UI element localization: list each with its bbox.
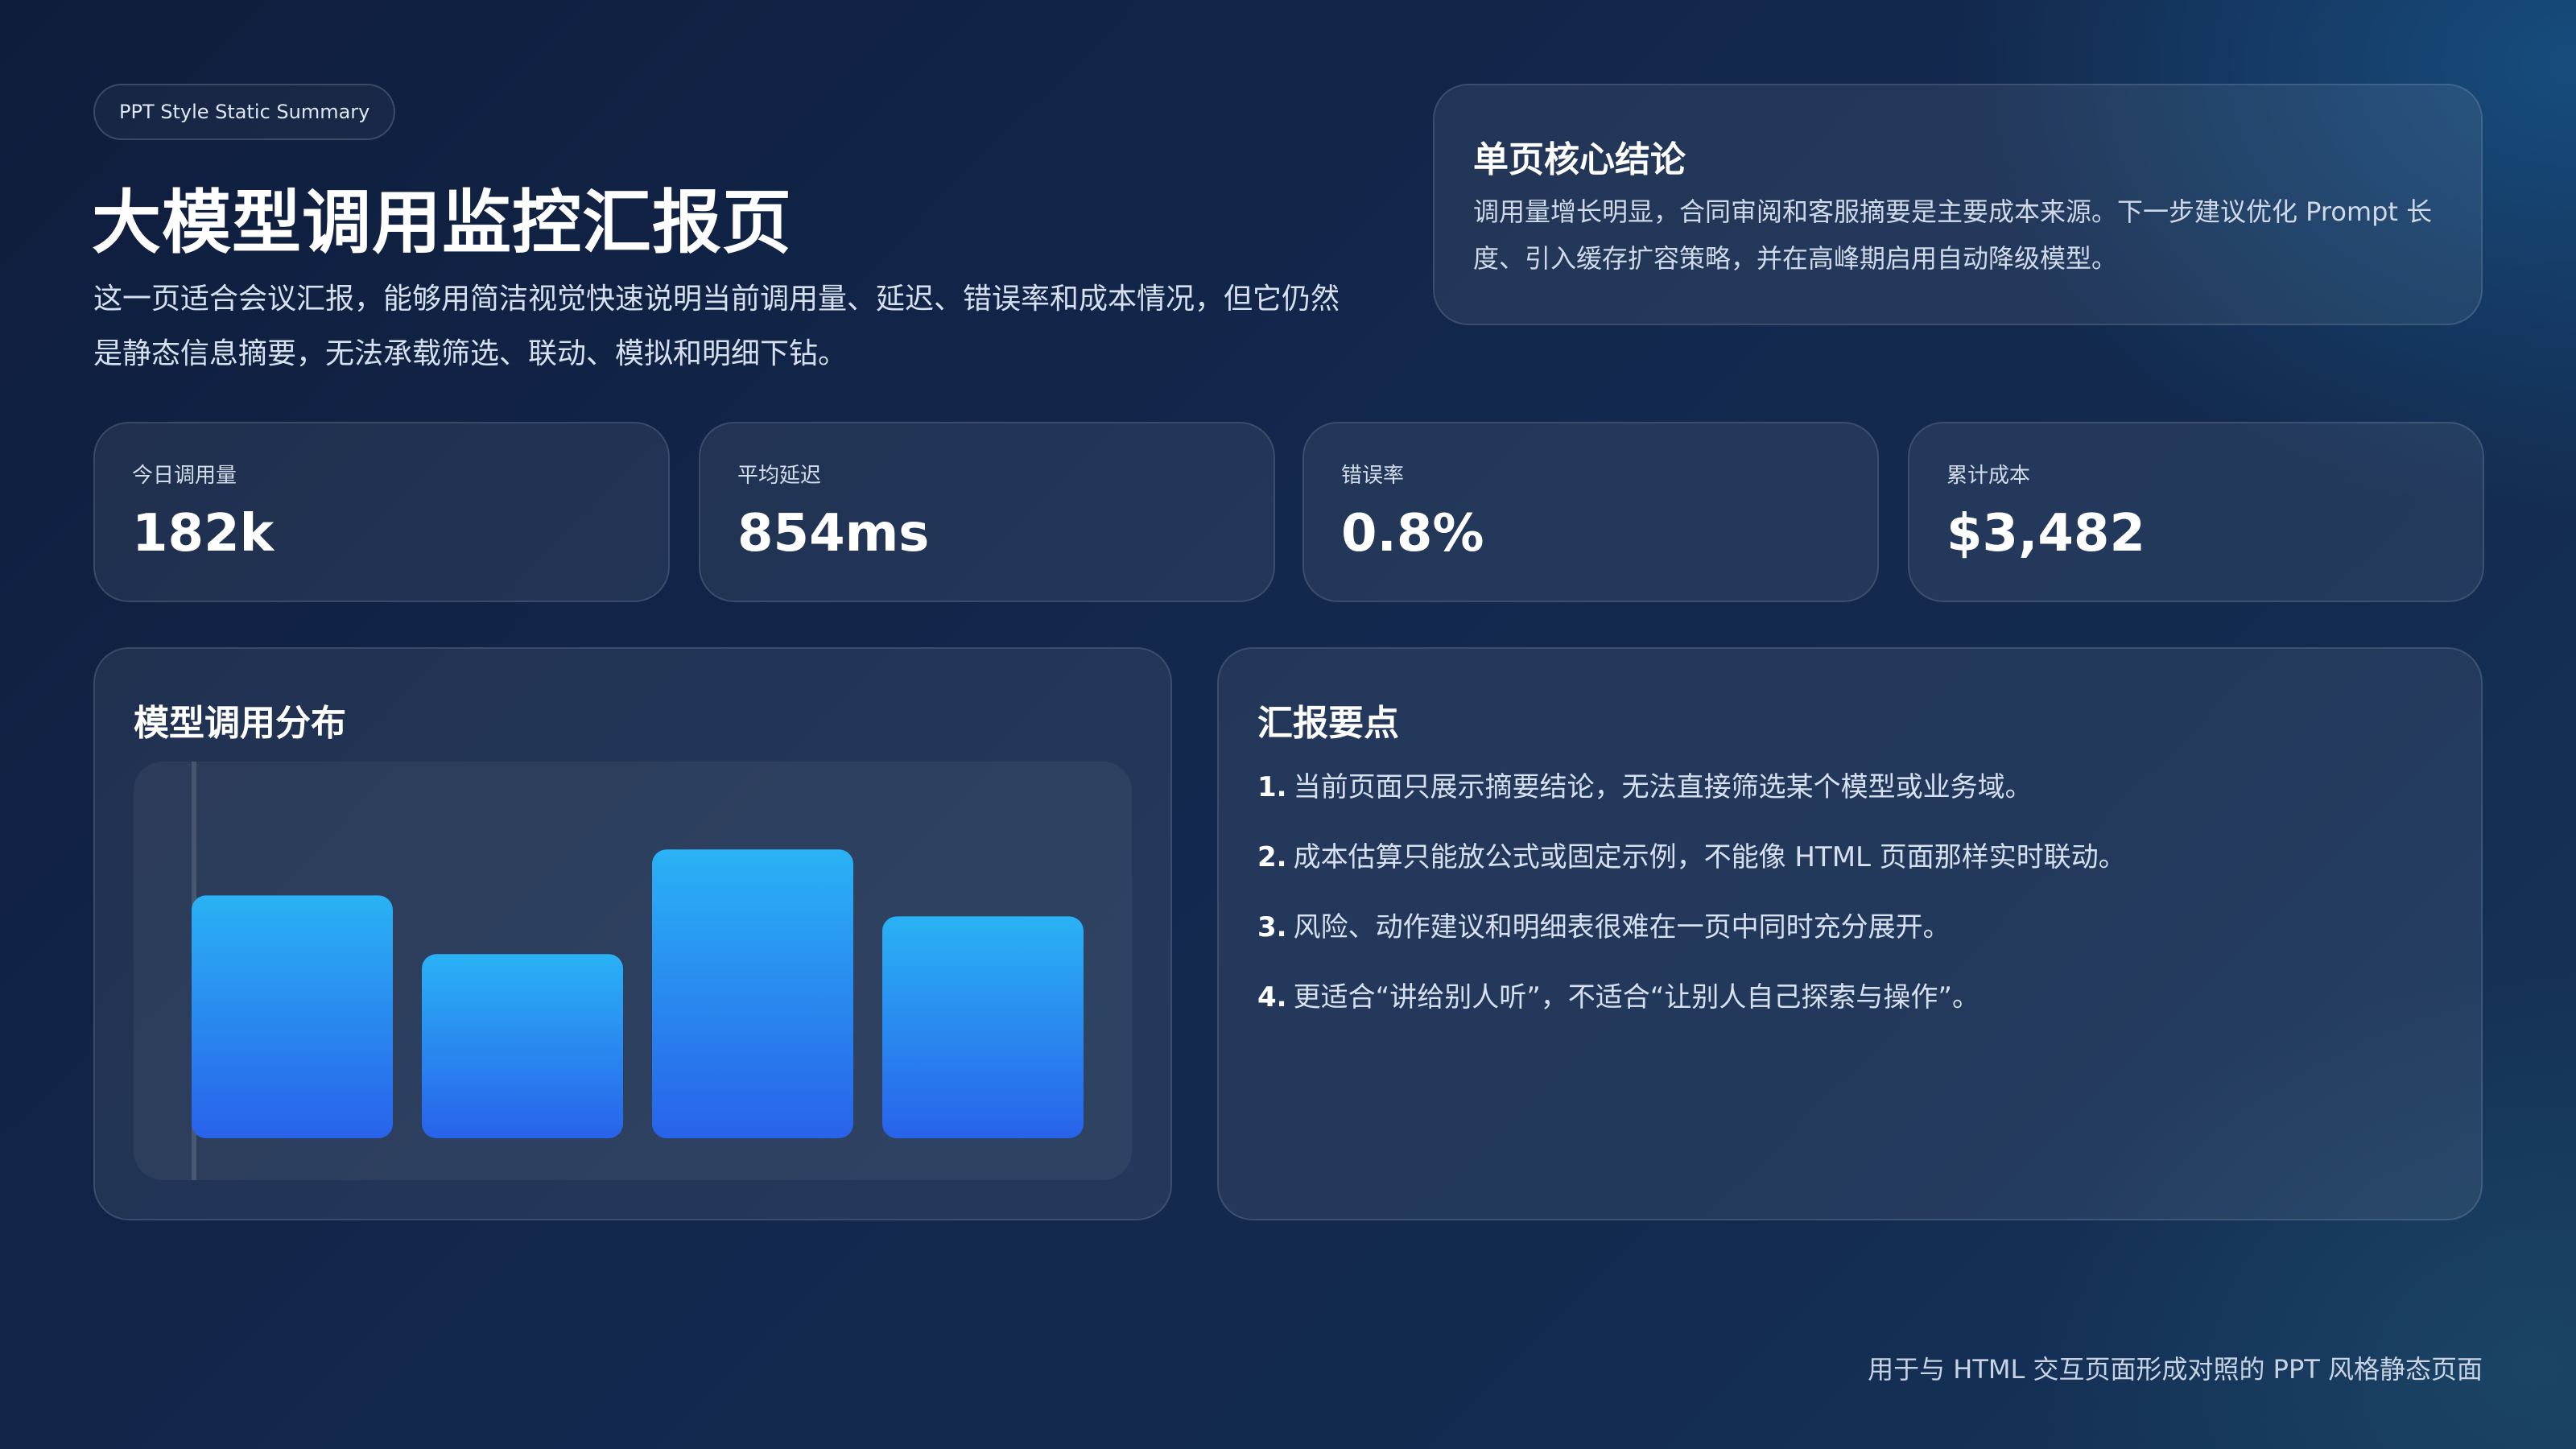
kpi-label: 平均延迟 [737,464,822,488]
list-item-number: 1. [1257,771,1287,803]
list-item: 4. 更适合“讲给别人听”，不适合“让别人自己探索与操作”。 [1257,978,2425,1048]
chart-title: 模型调用分布 [134,703,346,744]
bar-chart [192,762,1084,1180]
report-points-card: 汇报要点 1. 当前页面只展示摘要结论，无法直接筛选某个模型或业务域。 2. 成本估… [1217,647,2483,1220]
list-item: 3. 风险、动作建议和明细表很难在一页中同时充分展开。 [1257,908,2425,978]
chart-plot-area [134,762,1132,1180]
kpi-value: 182k [132,504,275,564]
list-item-text: 更适合“讲给别人听”，不适合“让别人自己探索与操作”。 [1293,981,1980,1013]
kpi-card-latency: 平均延迟 854ms [699,422,1275,602]
style-tag-label: PPT Style Static Summary [119,101,370,123]
list-item: 1. 当前页面只展示摘要结论，无法直接筛选某个模型或业务域。 [1257,768,2425,838]
points-title: 汇报要点 [1257,703,1399,744]
list-item-text: 风险、动作建议和明细表很难在一页中同时充分展开。 [1293,911,1951,943]
page-title: 大模型调用监控汇报页 [92,183,792,263]
page-subtitle: 这一页适合会议汇报，能够用简洁视觉快速说明当前调用量、延迟、错误率和成本情况，但… [93,283,1340,370]
list-item-number: 3. [1257,911,1287,943]
kpi-label: 错误率 [1341,464,1405,488]
kpi-value: 0.8% [1341,504,1484,564]
list-item: 2. 成本估算只能放公式或固定示例，不能像 HTML 页面那样实时联动。 [1257,838,2425,908]
kpi-card-calls: 今日调用量 182k [93,422,670,602]
chart-bar [422,954,623,1138]
footer-note: 用于与 HTML 交互页面形成对照的 PPT 风格静态页面 [1868,1354,2483,1385]
list-item-text: 当前页面只展示摘要结论，无法直接筛选某个模型或业务域。 [1293,771,2033,803]
kpi-value: $3,482 [1946,504,2145,564]
style-tag: PPT Style Static Summary [93,84,396,140]
kpi-label: 累计成本 [1946,464,2031,488]
conclusion-body: 调用量增长明显，合同审阅和客服摘要是主要成本来源。下一步建议优化 Prompt … [1473,196,2433,274]
points-list: 1. 当前页面只展示摘要结论，无法直接筛选某个模型或业务域。 2. 成本估算只能放公… [1257,768,2425,1048]
list-item-number: 4. [1257,981,1287,1013]
conclusion-card: 单页核心结论 调用量增长明显，合同审阅和客服摘要是主要成本来源。下一步建议优化 … [1433,84,2483,325]
conclusion-title: 单页核心结论 [1473,139,1686,180]
chart-bar [192,895,393,1138]
list-item-text: 成本估算只能放公式或固定示例，不能像 HTML 页面那样实时联动。 [1293,841,2126,873]
kpi-label: 今日调用量 [132,464,237,488]
list-item-number: 2. [1257,841,1287,873]
model-distribution-card: 模型调用分布 [93,647,1172,1220]
kpi-value: 854ms [737,504,930,564]
kpi-card-cost: 累计成本 $3,482 [1908,422,2484,602]
chart-bar [882,916,1084,1138]
chart-bar [652,849,853,1138]
kpi-card-error-rate: 错误率 0.8% [1302,422,1879,602]
